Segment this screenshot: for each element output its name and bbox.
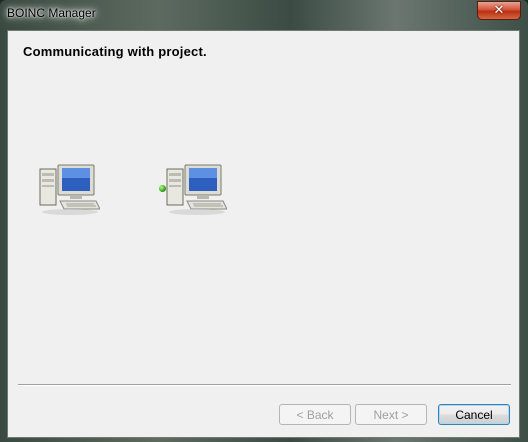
close-button[interactable]: ✕ xyxy=(477,1,521,20)
back-button[interactable]: < Back xyxy=(279,404,351,425)
cancel-button[interactable]: Cancel xyxy=(438,404,510,425)
title-bar[interactable]: BOINC Manager ✕ xyxy=(0,0,528,26)
computer-icon xyxy=(163,161,228,217)
close-icon: ✕ xyxy=(493,3,505,18)
window-title: BOINC Manager xyxy=(7,6,96,20)
page-heading: Communicating with project. xyxy=(23,44,207,59)
computer-icon xyxy=(36,161,101,217)
next-button[interactable]: Next > xyxy=(355,404,427,425)
footer-separator xyxy=(18,384,511,386)
boinc-wizard-window: BOINC Manager ✕ Communicating with proje… xyxy=(0,0,528,442)
wizard-page: Communicating with project. < Back Next … xyxy=(7,30,520,438)
